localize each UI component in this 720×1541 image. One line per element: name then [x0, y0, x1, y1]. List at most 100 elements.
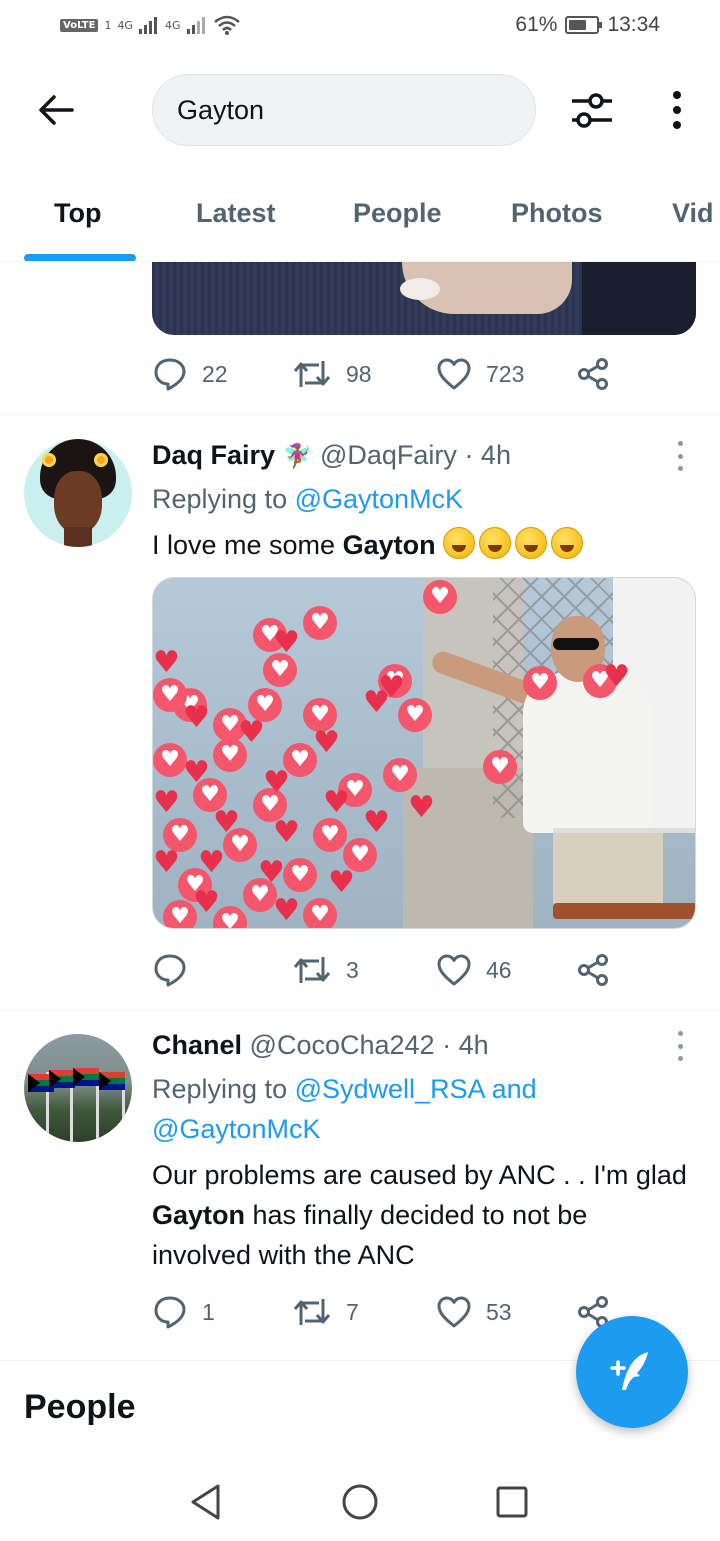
signal-4g-1: 4G — [117, 18, 133, 32]
avatar[interactable] — [24, 1034, 132, 1142]
more-dot — [677, 466, 683, 471]
reply-button[interactable]: 22 — [152, 352, 228, 396]
back-button[interactable] — [34, 88, 78, 132]
reply-bubble-icon — [154, 358, 186, 391]
heart-icon — [153, 743, 187, 777]
heart-icon: ♥ — [273, 893, 300, 928]
more-dot — [677, 1056, 683, 1061]
replying-to: Replying to @Sydwell_RSA and @GaytonMcK — [152, 1069, 692, 1149]
tweet-text-part: Our problems are caused by ANC . . I'm g… — [152, 1160, 687, 1190]
share-button[interactable] — [576, 948, 610, 992]
tab-people[interactable]: People — [353, 198, 442, 229]
heart-icon: ♥ — [263, 765, 290, 800]
media-detail — [582, 262, 696, 335]
tweet-header: Daq Fairy 🧚🏾‍♀️ @DaqFairy · 4h — [152, 440, 511, 471]
like-count: 723 — [486, 360, 525, 387]
compose-tweet-button[interactable] — [576, 1316, 688, 1428]
more-dot — [677, 453, 683, 459]
tab-top[interactable]: Top — [54, 198, 101, 229]
heart-icon: ♥ — [363, 805, 390, 840]
display-name[interactable]: Daq Fairy — [152, 440, 275, 470]
heart-icon: ♥ — [273, 815, 300, 850]
tweet-media-image[interactable] — [152, 262, 696, 335]
heart-icon — [483, 750, 517, 784]
flag-icon — [73, 1068, 99, 1086]
battery-percent: 61% — [515, 13, 558, 36]
tweet-more-button[interactable] — [672, 1031, 688, 1061]
search-tabs: Top Latest People Photos Vid — [0, 178, 720, 262]
status-bar: VoLTE 1 4G 4G 61% 13:34 — [0, 0, 720, 56]
filter-button[interactable] — [566, 86, 618, 134]
tweet-time: · 4h — [464, 440, 511, 470]
handle[interactable]: @CocoCha242 — [250, 1030, 435, 1060]
reply-bubble-icon — [154, 954, 186, 987]
active-tab-indicator — [24, 254, 136, 261]
tweet-media-image[interactable]: ♥ ♥ ♥ ♥ ♥ ♥ ♥ ♥ ♥ ♥ ♥ ♥ ♥ ♥ ♥ ♥ ♥ ♥ ♥ ♥ … — [152, 577, 696, 929]
tweet-more-button[interactable] — [672, 441, 688, 471]
media-detail — [553, 828, 695, 833]
replying-to-link[interactable]: @Sydwell_RSA and — [295, 1074, 537, 1104]
tweet-text-part: I love me some — [152, 530, 343, 560]
fairy-emoji-icon: 🧚🏾‍♀️ — [282, 442, 313, 470]
like-button[interactable]: 723 — [436, 352, 524, 396]
tab-videos[interactable]: Vid — [672, 198, 714, 229]
heart-icon: ♥ — [193, 885, 220, 920]
signal-bars-icon — [138, 17, 157, 34]
rolling-laughing-emoji-icon — [479, 527, 512, 559]
nav-back-button[interactable] — [182, 1478, 230, 1526]
media-detail — [553, 903, 695, 919]
media-detail — [400, 278, 440, 300]
heart-icon — [437, 954, 471, 986]
tweet-actions: 1 7 53 — [152, 1290, 622, 1334]
more-vertical-icon — [673, 91, 681, 99]
like-button[interactable]: 46 — [436, 948, 512, 992]
heart-icon: ♥ — [238, 715, 265, 750]
status-right: 61% 13:34 — [515, 13, 660, 37]
display-name[interactable]: Chanel — [152, 1030, 242, 1060]
signal-bars-icon — [186, 17, 205, 34]
heart-icon: ♥ — [183, 700, 210, 735]
retweet-button[interactable]: 3 — [292, 948, 359, 992]
sim-slot: 1 — [104, 18, 112, 32]
reply-button[interactable]: 1 — [152, 1290, 215, 1334]
retweet-icon — [293, 957, 331, 983]
heart-icon — [423, 580, 457, 614]
avatar-neck — [64, 527, 92, 547]
avatar[interactable] — [24, 439, 132, 547]
replying-prefix: Replying to — [152, 1074, 288, 1104]
square-recents-icon — [496, 1486, 528, 1518]
retweet-icon — [293, 1299, 331, 1325]
search-input[interactable]: Gayton — [152, 74, 536, 146]
tab-photos[interactable]: Photos — [511, 198, 603, 229]
flower-icon — [94, 453, 108, 467]
tab-latest[interactable]: Latest — [196, 198, 276, 229]
heart-icon — [383, 758, 417, 792]
like-button[interactable]: 53 — [436, 1290, 512, 1334]
replying-prefix: Replying to — [152, 484, 288, 514]
nav-home-button[interactable] — [336, 1478, 384, 1526]
avatar-face — [54, 471, 102, 533]
like-count: 46 — [486, 956, 512, 983]
more-dot — [673, 106, 681, 114]
tweet-highlight: Gayton — [342, 530, 436, 560]
rolling-laughing-emoji-icon — [443, 527, 476, 559]
heart-icon: ♥ — [273, 625, 300, 660]
retweet-button[interactable]: 7 — [292, 1290, 359, 1334]
replying-to-link[interactable]: @GaytonMcK — [152, 1114, 320, 1144]
clock: 13:34 — [607, 13, 660, 36]
retweet-button[interactable]: 98 — [292, 352, 372, 396]
battery-icon — [565, 16, 603, 34]
reply-button[interactable] — [152, 948, 202, 992]
replying-to-link[interactable]: @GaytonMcK — [295, 484, 463, 514]
wifi-icon — [213, 15, 240, 35]
more-options-button[interactable] — [660, 86, 694, 134]
status-left: VoLTE 1 4G 4G — [60, 14, 241, 36]
tweet-text: Our problems are caused by ANC . . I'm g… — [152, 1155, 692, 1275]
media-detail — [553, 638, 599, 650]
heart-icon — [437, 358, 471, 390]
handle[interactable]: @DaqFairy — [320, 440, 457, 470]
nav-recents-button[interactable] — [488, 1478, 536, 1526]
more-dot — [677, 1043, 683, 1049]
share-button[interactable] — [576, 352, 610, 396]
heart-icon — [437, 1296, 471, 1328]
